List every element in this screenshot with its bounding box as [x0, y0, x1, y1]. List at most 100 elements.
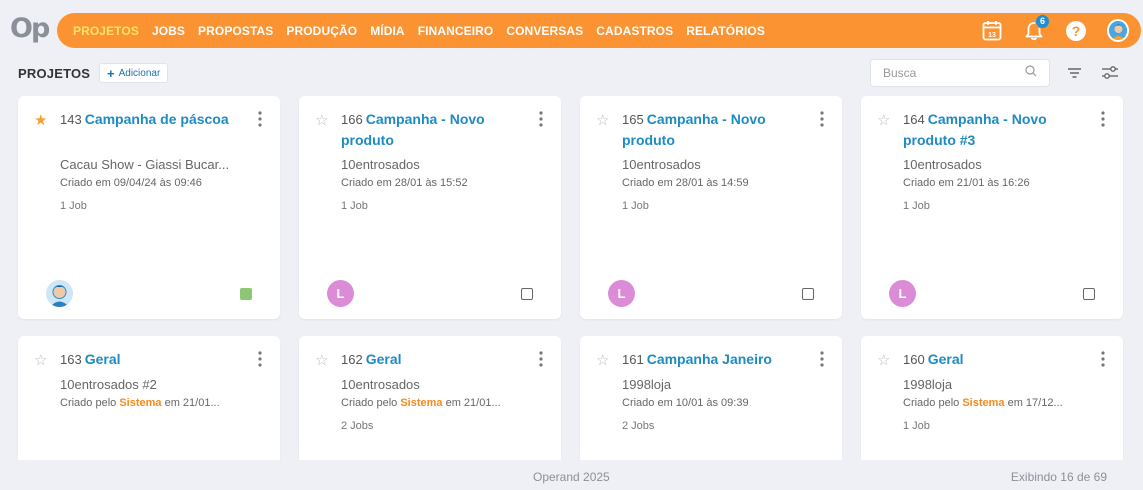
project-card[interactable]: ☆ 162 Geral 10entrosados Criado pelo Sistema…: [299, 336, 561, 466]
more-options-icon[interactable]: [258, 351, 262, 372]
owner-avatar: [46, 280, 73, 307]
project-card[interactable]: ☆ 163 Geral 10entrosados #2 Criado pelo Sist…: [18, 336, 280, 466]
created-info: Criado em 21/01 às 16:26: [903, 177, 1030, 189]
star-outline-icon[interactable]: ☆: [315, 351, 328, 369]
created-info: Criado em 28/01 às 15:52: [341, 177, 468, 189]
more-options-icon[interactable]: [820, 351, 824, 372]
user-avatar-image: [1107, 19, 1129, 42]
project-title[interactable]: 164 Campanha - Novo produto #3: [903, 109, 1093, 150]
more-options-icon[interactable]: [539, 351, 543, 372]
star-outline-icon[interactable]: ☆: [877, 111, 890, 129]
jobs-count[interactable]: 2 Jobs: [622, 420, 654, 432]
client-name: Cacau Show - Giassi Bucar...: [60, 157, 230, 172]
client-name: 10entrosados: [622, 157, 701, 172]
search-input[interactable]: [883, 66, 1013, 80]
project-number: 161: [622, 352, 644, 367]
select-checkbox[interactable]: [802, 288, 814, 300]
project-title-text[interactable]: Campanha de páscoa: [85, 111, 229, 127]
star-outline-icon[interactable]: ☆: [34, 351, 47, 369]
select-checkbox[interactable]: [1083, 288, 1095, 300]
project-number: 166: [341, 112, 363, 127]
more-options-icon[interactable]: [258, 111, 262, 132]
project-title-text[interactable]: Geral: [928, 351, 964, 367]
created-info: Criado em 09/04/24 às 09:46: [60, 177, 202, 189]
nav-item-projetos[interactable]: PROJETOS: [73, 24, 139, 38]
jobs-count[interactable]: 1 Job: [903, 200, 930, 212]
nav-item-financeiro[interactable]: FINANCEIRO: [418, 24, 494, 38]
created-by: Sistema: [400, 397, 443, 409]
client-name: 1998loja: [903, 377, 953, 392]
nav-item-cadastros[interactable]: CADASTROS: [596, 24, 673, 38]
search-box: [870, 59, 1050, 87]
nav-item-producao[interactable]: PRODUÇÃO: [286, 24, 357, 38]
star-filled-icon[interactable]: ★: [34, 111, 47, 129]
nav-item-midia[interactable]: MÍDIA: [370, 24, 405, 38]
project-card[interactable]: ☆ 165 Campanha - Novo produto 10entrosados C…: [580, 96, 842, 319]
more-options-icon[interactable]: [1101, 351, 1105, 372]
calendar-icon[interactable]: 13: [981, 20, 1003, 42]
plus-icon: +: [107, 65, 115, 81]
user-avatar[interactable]: [1107, 19, 1129, 42]
main-navbar: PROJETOS JOBS PROPOSTAS PRODUÇÃO MÍDIA F…: [57, 13, 1141, 48]
add-button-label: Adicionar: [118, 67, 161, 79]
nav-item-jobs[interactable]: JOBS: [152, 24, 185, 38]
project-title[interactable]: 160 Geral: [903, 349, 1093, 370]
project-number: 163: [60, 352, 82, 367]
project-title[interactable]: 165 Campanha - Novo produto: [622, 109, 812, 150]
project-title[interactable]: 162 Geral: [341, 349, 531, 370]
project-number: 165: [622, 112, 644, 127]
created-info: Criado pelo Sistema em 17/12...: [903, 397, 1063, 409]
pagination-count: Exibindo 16 de 69: [1010, 470, 1107, 484]
nav-item-relatorios[interactable]: RELATÓRIOS: [686, 24, 765, 38]
project-title[interactable]: 166 Campanha - Novo produto: [341, 109, 531, 150]
project-card[interactable]: ☆ 161 Campanha Janeiro 1998loja Criado em 10…: [580, 336, 842, 466]
created-info: Criado pelo Sistema em 21/01...: [60, 397, 220, 409]
help-button[interactable]: ?: [1066, 20, 1086, 41]
star-outline-icon[interactable]: ☆: [596, 351, 609, 369]
search-icon[interactable]: [1025, 64, 1037, 82]
project-card[interactable]: ☆ 164 Campanha - Novo produto #3 10entrosad…: [861, 96, 1123, 319]
filter-sliders-icon[interactable]: [1101, 66, 1119, 84]
owner-avatar-initial: L: [889, 280, 916, 307]
created-prefix: Criado em 21/01 às 16:26: [903, 177, 1030, 189]
project-title[interactable]: 163 Geral: [60, 349, 250, 370]
created-suffix: em 21/01...: [442, 397, 501, 409]
project-card[interactable]: ☆ 166 Campanha - Novo produto 10entrosados C…: [299, 96, 561, 319]
project-card[interactable]: ★ 143 Campanha de páscoa Cacau Show - Giass…: [18, 96, 280, 319]
client-name: 1998loja: [622, 377, 672, 392]
star-outline-icon[interactable]: ☆: [596, 111, 609, 129]
created-suffix: em 17/12...: [1004, 397, 1063, 409]
more-options-icon[interactable]: [539, 111, 543, 132]
project-title[interactable]: 143 Campanha de páscoa: [60, 109, 250, 130]
more-options-icon[interactable]: [820, 111, 824, 132]
created-prefix: Criado pelo: [903, 397, 963, 409]
jobs-count[interactable]: 1 Job: [622, 200, 649, 212]
app-logo[interactable]: Op: [10, 13, 50, 44]
select-checkbox[interactable]: [521, 288, 533, 300]
nav-item-conversas[interactable]: CONVERSAS: [506, 24, 583, 38]
created-prefix: Criado pelo: [60, 397, 120, 409]
help-icon[interactable]: ?: [1065, 20, 1087, 42]
created-by: Sistema: [119, 397, 162, 409]
sort-icon[interactable]: [1067, 66, 1082, 84]
star-outline-icon[interactable]: ☆: [877, 351, 890, 369]
project-number: 160: [903, 352, 925, 367]
footer: Operand 2025 Exibindo 16 de 69: [0, 460, 1143, 490]
project-title-text[interactable]: Geral: [85, 351, 121, 367]
nav-item-propostas[interactable]: PROPOSTAS: [198, 24, 273, 38]
add-project-button[interactable]: + Adicionar: [99, 63, 169, 83]
project-title[interactable]: 161 Campanha Janeiro: [622, 349, 812, 370]
created-info: Criado em 28/01 às 14:59: [622, 177, 749, 189]
project-title-text[interactable]: Campanha Janeiro: [647, 351, 772, 367]
jobs-count[interactable]: 2 Jobs: [341, 420, 373, 432]
project-title-text[interactable]: Geral: [366, 351, 402, 367]
more-options-icon[interactable]: [1101, 111, 1105, 132]
created-prefix: Criado em 10/01 às 09:39: [622, 397, 749, 409]
jobs-count[interactable]: 1 Job: [903, 420, 930, 432]
jobs-count[interactable]: 1 Job: [60, 200, 87, 212]
owner-avatar-initial: L: [327, 280, 354, 307]
notifications-bell-icon[interactable]: 6: [1023, 13, 1050, 42]
star-outline-icon[interactable]: ☆: [315, 111, 328, 129]
jobs-count[interactable]: 1 Job: [341, 200, 368, 212]
project-card[interactable]: ☆ 160 Geral 1998loja Criado pelo Sistema em …: [861, 336, 1123, 466]
